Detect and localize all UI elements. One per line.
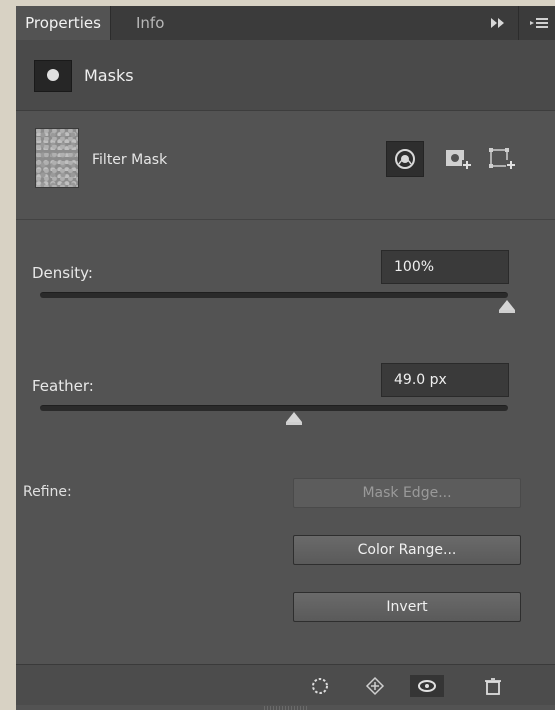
toggle-mask-icon[interactable] — [410, 675, 444, 697]
mask-edge-button[interactable]: Mask Edge... — [293, 478, 521, 508]
tab-info[interactable]: Info — [126, 6, 174, 40]
filter-mask-thumbnail[interactable] — [35, 128, 79, 188]
resize-grip[interactable] — [264, 706, 308, 710]
filter-mask-row: Filter Mask — [16, 111, 555, 220]
menu-divider — [518, 6, 519, 40]
color-range-button[interactable]: Color Range... — [293, 535, 521, 565]
panel-tab-bar: Properties Info — [16, 6, 555, 41]
tab-properties[interactable]: Properties — [16, 6, 110, 40]
load-selection-icon[interactable] — [309, 675, 331, 697]
feather-slider-track[interactable] — [40, 405, 508, 411]
delete-mask-icon[interactable] — [482, 675, 504, 697]
feather-slider-handle[interactable] — [286, 412, 302, 425]
add-pixel-mask-button[interactable] — [440, 141, 476, 175]
filter-mask-label: Filter Mask — [92, 152, 168, 168]
invert-button[interactable]: Invert — [293, 592, 521, 622]
feather-label: Feather: — [32, 377, 94, 395]
panel-menu-icon[interactable] — [528, 6, 550, 40]
layer-mask-icon — [34, 60, 72, 92]
density-input[interactable]: 100% — [381, 250, 509, 284]
select-filter-mask-button[interactable] — [386, 141, 424, 177]
apply-mask-icon[interactable] — [364, 675, 386, 697]
feather-input[interactable]: 49.0 px — [381, 363, 509, 397]
collapse-panel-icon[interactable] — [490, 6, 506, 40]
panel-bottom-bar — [16, 664, 555, 705]
density-slider-track[interactable] — [40, 292, 508, 298]
masks-title: Masks — [84, 66, 134, 85]
density-slider-handle[interactable] — [499, 300, 515, 313]
properties-panel: Properties Info Masks Filter Mask Densit… — [16, 6, 555, 710]
tab-divider — [110, 6, 111, 40]
masks-header: Masks — [16, 40, 555, 111]
add-vector-mask-button[interactable] — [484, 141, 520, 175]
density-label: Density: — [32, 264, 93, 282]
refine-label: Refine: — [23, 484, 72, 500]
